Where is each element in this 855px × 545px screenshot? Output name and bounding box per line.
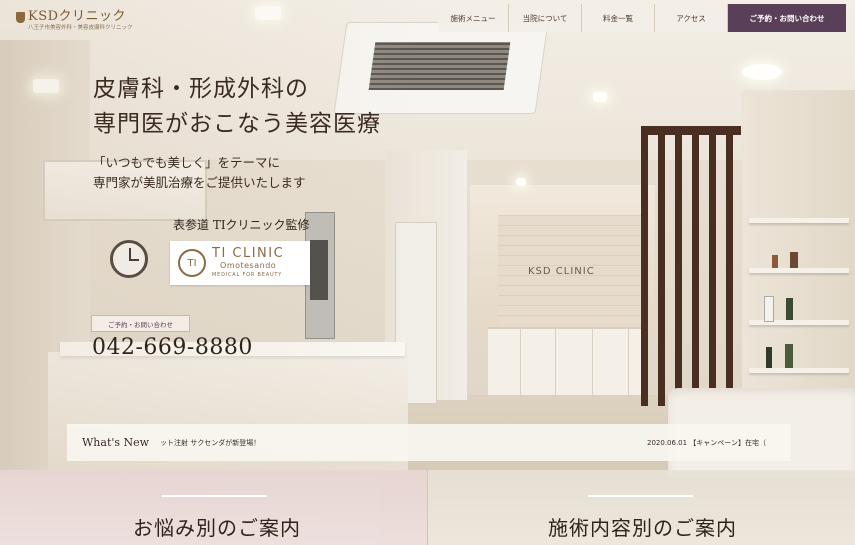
hero-title: 皮膚科・形成外科の 専門医がおこなう美容医療 — [93, 72, 381, 142]
news-bar: What's New ット注射 サクセンダが新登場！ 2020.06.01 【キ… — [67, 424, 791, 461]
news-label: What's New — [82, 436, 150, 449]
display-shelf — [749, 218, 849, 223]
display-shelf — [749, 268, 849, 273]
news-item[interactable]: ット注射 サクセンダが新登場！ — [160, 438, 260, 448]
product-bottle — [772, 255, 778, 268]
nav-treatment-menu[interactable]: 施術メニュー — [438, 4, 509, 32]
ceiling-light — [593, 92, 607, 102]
ti-clinic-name: TI CLINIC — [212, 246, 285, 261]
nav-about[interactable]: 当院について — [509, 4, 582, 32]
ti-mark-icon: TI — [178, 249, 206, 277]
product-bottle — [790, 252, 798, 268]
ti-clinic-tagline: MEDICAL FOR BEAUTY — [212, 272, 283, 278]
ceiling-light — [516, 178, 526, 186]
wood-lattice-partition — [641, 126, 741, 406]
hero-subtitle-line2: 専門家が美肌治療をご提供いたします — [93, 175, 306, 190]
cabinet-divider — [592, 327, 593, 397]
cabinet-divider — [628, 327, 629, 397]
storage-cabinets — [488, 327, 648, 399]
guide-by-treatment[interactable]: 施術内容別のご案内 — [428, 470, 855, 545]
ceiling-light — [742, 64, 782, 80]
supervision-label: 表参道 TIクリニック監修 — [173, 218, 310, 232]
site-logo[interactable]: KSDクリニック 八王子市美容外科・美容皮膚科クリニック — [16, 10, 133, 32]
partition-beam — [641, 126, 741, 135]
logo-title: KSDクリニック — [28, 9, 127, 24]
ti-clinic-location: Omotesando — [220, 261, 277, 270]
guide-title: お悩み別のご案内 — [133, 516, 301, 540]
ti-clinic-logo[interactable]: TI TI CLINIC Omotesando MEDICAL FOR BEAU… — [170, 241, 310, 285]
hero-title-line2: 専門医がおこなう美容医療 — [93, 111, 381, 137]
nav-prices[interactable]: 料金一覧 — [582, 4, 655, 32]
guide-divider — [162, 495, 267, 497]
phone-number[interactable]: 042-669-8880 — [92, 335, 253, 360]
nav-reservation-button[interactable]: ご予約・お問い合わせ — [728, 4, 846, 32]
wall-sign: KSD CLINIC — [528, 266, 595, 277]
cabinet-divider — [555, 327, 556, 397]
contact-button[interactable]: ご予約・お問い合わせ — [91, 315, 190, 332]
product-bottle — [786, 298, 793, 320]
hero-subtitle: 「いつもでも美しく」をテーマに 専門家が美肌治療をご提供いたします — [93, 153, 306, 193]
display-shelf — [749, 368, 849, 373]
hero-title-line1: 皮膚科・形成外科の — [93, 76, 309, 102]
hero-subtitle-line1: 「いつもでも美しく」をテーマに — [93, 155, 281, 170]
logo-crest-icon — [16, 12, 25, 23]
product-bottle — [766, 347, 772, 368]
cabinet-divider — [520, 327, 521, 397]
logo-subtitle: 八王子市美容外科・美容皮膚科クリニック — [28, 25, 133, 31]
news-item[interactable]: 2020.06.01 【キャンペーン】在宅（ — [647, 438, 766, 448]
nav-access[interactable]: アクセス — [655, 4, 728, 32]
global-nav: 施術メニュー 当院について 料金一覧 アクセス ご予約・お問い合わせ — [438, 4, 846, 32]
guide-title: 施術内容別のご案内 — [548, 516, 737, 540]
guide-divider — [588, 495, 693, 497]
guide-by-concern[interactable]: お悩み別のご案内 — [0, 470, 427, 545]
product-bottle — [785, 344, 793, 368]
product-bottle — [764, 296, 774, 322]
